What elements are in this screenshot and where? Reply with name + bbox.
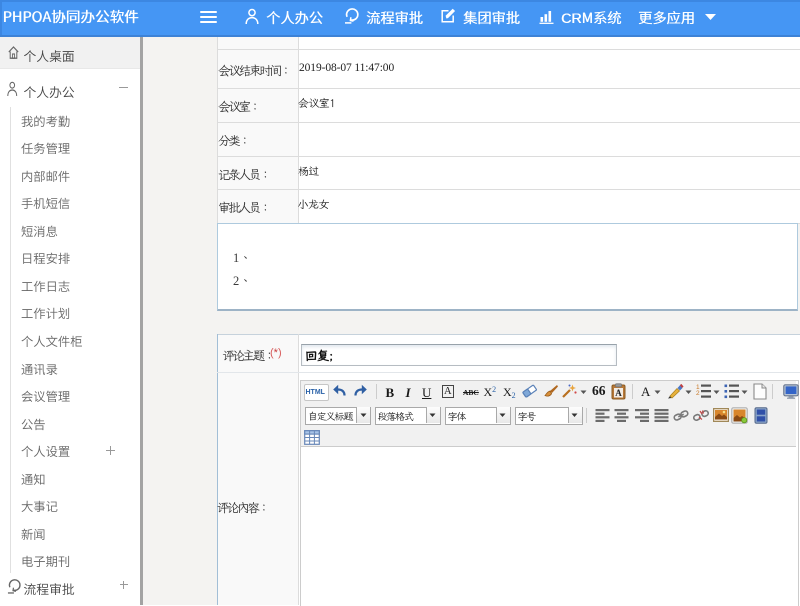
svg-text:A: A [615,387,622,397]
svg-text:2: 2 [696,390,700,397]
